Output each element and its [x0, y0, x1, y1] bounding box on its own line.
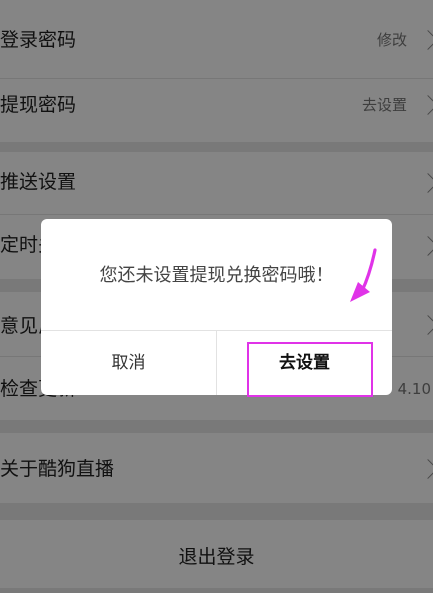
- highlight-box: [247, 342, 373, 397]
- annotation-arrow-icon: [350, 248, 377, 302]
- cancel-button[interactable]: 取消: [41, 331, 216, 395]
